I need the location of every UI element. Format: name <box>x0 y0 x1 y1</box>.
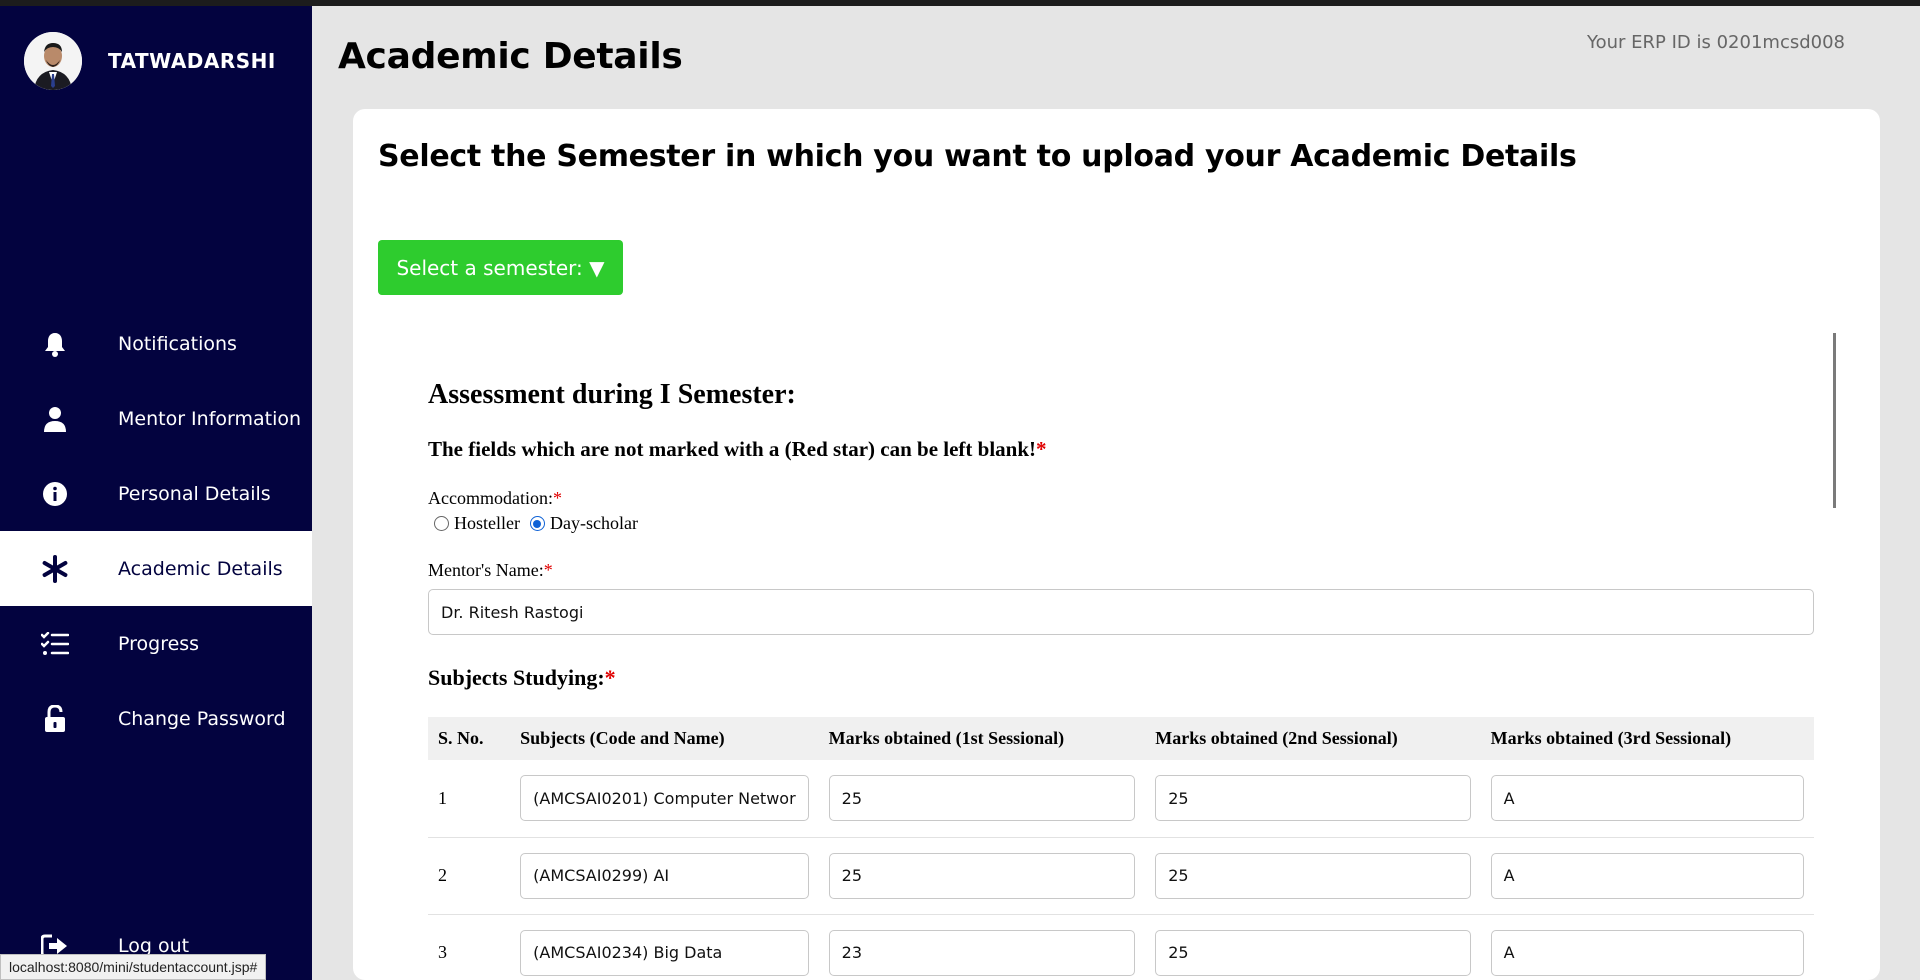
hosteller-radio[interactable] <box>434 516 449 531</box>
subject-input[interactable]: (AMCSAI0234) Big Data <box>520 929 809 976</box>
table-row: 2 (AMCSAI0299) AI 25 25 A <box>428 837 1814 915</box>
marks-2-input[interactable]: 25 <box>1155 775 1471 822</box>
required-star: * <box>543 560 553 580</box>
sidebar-item-label: Change Password <box>118 707 286 730</box>
row-sno: 1 <box>428 760 511 838</box>
table-row: 3 (AMCSAI0234) Big Data 23 25 A <box>428 914 1814 980</box>
sidebar-item-academic-details[interactable]: Academic Details <box>0 531 312 606</box>
subject-input[interactable]: (AMCSAI0299) AI <box>520 852 809 899</box>
day-scholar-label[interactable]: Day-scholar <box>550 513 638 534</box>
bell-icon <box>40 329 70 359</box>
marks-1-input[interactable]: 23 <box>828 929 1136 976</box>
header-marks-1: Marks obtained (1st Sessional) <box>828 728 1065 748</box>
marks-1-input[interactable]: 25 <box>828 775 1136 822</box>
mentor-group: Mentor's Name:* Dr. Ritesh Rastogi <box>428 560 1814 635</box>
required-star: * <box>552 488 562 508</box>
header-sno: S. No. <box>438 728 484 748</box>
hosteller-label[interactable]: Hosteller <box>454 513 520 534</box>
mentor-label: Mentor's Name:* <box>428 560 1814 581</box>
header-subject: Subjects (Code and Name) <box>520 728 725 748</box>
sidebar-nav: Notifications Mentor Information Persona… <box>0 306 312 756</box>
required-star: * <box>604 665 616 690</box>
required-note-text: The fields which are not marked with a (… <box>428 437 1037 461</box>
marks-3-input[interactable]: A <box>1490 775 1804 822</box>
sidebar-item-label: Notifications <box>118 332 237 355</box>
info-icon <box>40 479 70 509</box>
sidebar-item-label: Mentor Information <box>118 407 302 430</box>
subjects-label-text: Subjects Studying: <box>428 665 605 690</box>
avatar[interactable] <box>24 32 82 90</box>
row-sno: 3 <box>428 914 511 980</box>
sidebar-item-mentor-information[interactable]: Mentor Information <box>0 381 312 456</box>
profile-name: TATWADARSHI <box>108 49 276 73</box>
accommodation-radios: Hosteller Day-scholar <box>428 513 1814 534</box>
assessment-form: Assessment during I Semester: The fields… <box>428 379 1814 980</box>
table-row: 1 (AMCSAI0201) Computer Networ 25 25 A <box>428 760 1814 838</box>
subject-input[interactable]: (AMCSAI0201) Computer Networ <box>520 775 809 822</box>
marks-3-input[interactable]: A <box>1490 929 1804 976</box>
page-title: Academic Details <box>338 36 683 77</box>
mentor-name-input[interactable]: Dr. Ritesh Rastogi <box>428 589 1814 635</box>
asterisk-icon <box>40 554 70 584</box>
select-semester-button[interactable]: Select a semester: ▼ <box>378 240 623 295</box>
header-marks-2: Marks obtained (2nd Sessional) <box>1155 728 1398 748</box>
sidebar-item-label: Academic Details <box>118 557 283 580</box>
academic-card: Select the Semester in which you want to… <box>353 109 1880 980</box>
sidebar-item-progress[interactable]: Progress <box>0 606 312 681</box>
subjects-table: S. No. Subjects (Code and Name) Marks ob… <box>428 717 1814 980</box>
accommodation-label-text: Accommodation: <box>428 488 553 508</box>
sidebar-item-label: Personal Details <box>118 482 271 505</box>
sidebar: TATWADARSHI Notifications Mentor Informa… <box>0 6 312 980</box>
user-icon <box>40 404 70 434</box>
sidebar-item-personal-details[interactable]: Personal Details <box>0 456 312 531</box>
required-note: The fields which are not marked with a (… <box>428 437 1814 462</box>
avatar-image <box>24 32 82 90</box>
marks-3-input[interactable]: A <box>1490 852 1804 899</box>
profile: TATWADARSHI <box>24 32 276 90</box>
subjects-label: Subjects Studying:* <box>428 665 1814 691</box>
header-marks-3: Marks obtained (3rd Sessional) <box>1490 728 1732 748</box>
marks-2-input[interactable]: 25 <box>1155 929 1471 976</box>
inner-scrollbar[interactable] <box>1833 333 1836 508</box>
erp-id-text: Your ERP ID is 0201mcsd008 <box>1587 32 1845 53</box>
row-sno: 2 <box>428 837 511 915</box>
sidebar-item-label: Progress <box>118 632 200 655</box>
marks-1-input[interactable]: 25 <box>828 852 1136 899</box>
unlock-icon <box>40 704 70 734</box>
table-header-row: S. No. Subjects (Code and Name) Marks ob… <box>428 717 1814 760</box>
marks-2-input[interactable]: 25 <box>1155 852 1471 899</box>
required-star: * <box>1036 437 1047 461</box>
assessment-title: Assessment during I Semester: <box>428 379 796 410</box>
mentor-label-text: Mentor's Name: <box>428 560 544 580</box>
accommodation-label: Accommodation:* <box>428 488 1814 509</box>
day-scholar-radio[interactable] <box>529 516 545 531</box>
card-heading: Select the Semester in which you want to… <box>378 139 1577 174</box>
accommodation-group: Accommodation:* Hosteller Day-scholar <box>428 488 1814 534</box>
checklist-icon <box>40 629 70 659</box>
sidebar-item-change-password[interactable]: Change Password <box>0 681 312 756</box>
sidebar-item-notifications[interactable]: Notifications <box>0 306 312 381</box>
browser-status-url: localhost:8080/mini/studentaccount.jsp# <box>0 954 267 980</box>
